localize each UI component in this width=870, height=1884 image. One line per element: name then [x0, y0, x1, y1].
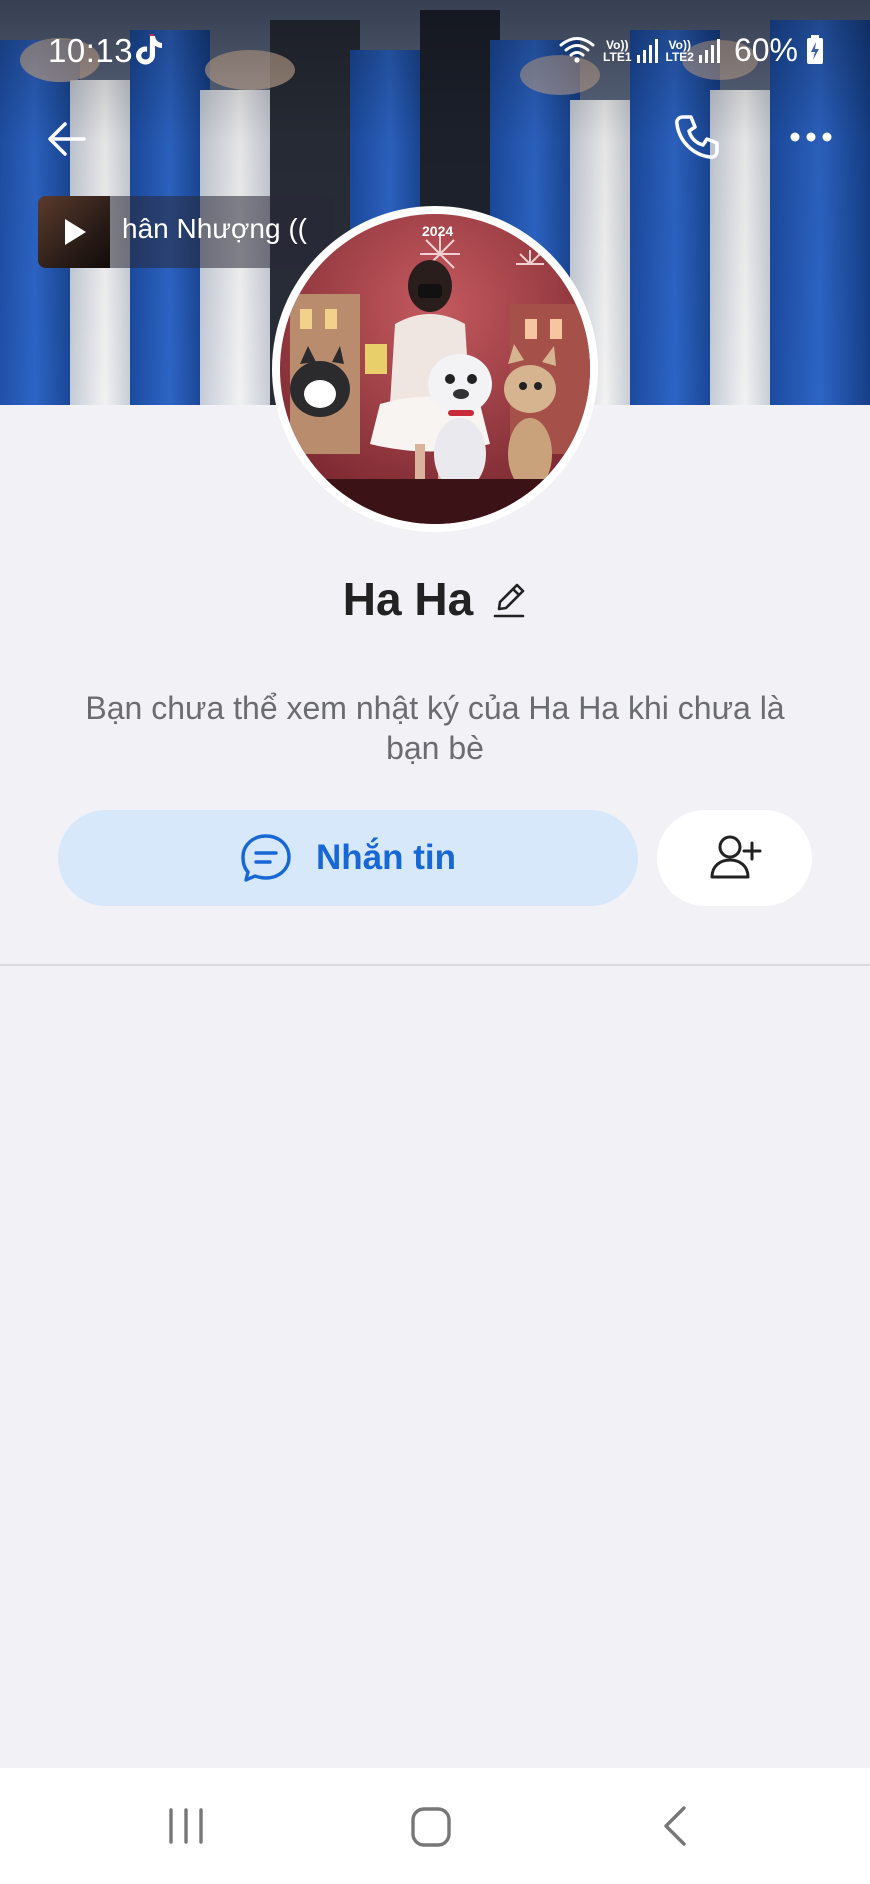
avatar-photo: 2024 [280, 214, 590, 524]
music-thumbnail [38, 196, 110, 268]
status-time: 10:13 [48, 32, 134, 69]
battery-percent: 60% [733, 31, 798, 68]
music-title: hân Nhượng (( [122, 213, 307, 244]
sim2-label: Vo)) LTE2 [665, 38, 694, 64]
privacy-notice: Bạn chưa thể xem nhật ký của Ha Ha khi c… [85, 690, 785, 766]
wifi-icon [559, 37, 595, 63]
signal-bars-icon [698, 39, 720, 63]
add-friend-icon [710, 835, 761, 879]
nav-back-icon[interactable] [660, 1804, 690, 1848]
status-icons: Vo)) LTE1 Vo)) LTE2 60% [559, 30, 824, 70]
avatar[interactable]: 2024 [272, 206, 598, 532]
profile-name: Ha Ha [342, 573, 474, 625]
avatar-caption: 2024 [422, 223, 453, 239]
recent-apps-icon[interactable] [166, 1806, 206, 1846]
chat-bubble-icon [241, 834, 291, 882]
battery-charging-icon [807, 35, 823, 64]
signal-bars-icon [636, 39, 658, 63]
phone-icon[interactable] [672, 112, 722, 162]
profile-name-row: Ha Ha [0, 568, 870, 630]
avatar-image: 2024 [280, 214, 590, 524]
status-bar: 10:13 Vo)) LTE1 Vo)) LTE2 60% [0, 0, 870, 100]
play-icon [65, 219, 86, 245]
section-divider [0, 964, 870, 966]
system-nav-bar [0, 1768, 870, 1884]
message-button-label: Nhắn tin [316, 838, 456, 877]
home-icon[interactable] [410, 1806, 452, 1848]
sim1-label: Vo)) LTE1 [603, 38, 632, 64]
sim1-signal: Vo)) LTE1 [603, 37, 658, 64]
more-horizontal-icon[interactable] [788, 124, 834, 150]
arrow-left-icon[interactable] [44, 116, 90, 162]
tiktok-icon [136, 34, 162, 65]
profile-music-chip[interactable]: hân Nhượng (( [38, 196, 334, 268]
sim2-signal: Vo)) LTE2 [666, 37, 720, 63]
message-button[interactable]: Nhắn tin [58, 810, 638, 906]
add-friend-button[interactable] [657, 810, 812, 906]
pencil-icon[interactable] [491, 579, 527, 619]
